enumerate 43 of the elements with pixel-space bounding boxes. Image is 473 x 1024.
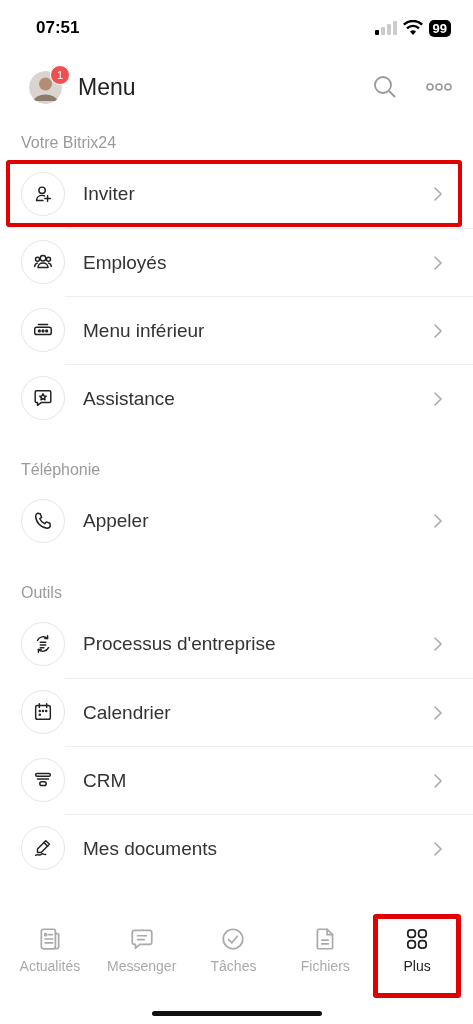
- more-icon: [426, 83, 452, 91]
- tab[interactable]: Plus: [371, 912, 463, 1000]
- page-title: Menu: [78, 73, 137, 101]
- menu-item-label: Appeler: [83, 509, 150, 533]
- chat-bubble-icon: [128, 926, 155, 952]
- menu-item[interactable]: Calendrier: [0, 678, 473, 746]
- menu-item-label: Assistance: [83, 386, 176, 411]
- battery-level: 99: [428, 19, 451, 37]
- chevron-icon: [433, 636, 443, 652]
- chevron-icon: [433, 186, 443, 202]
- menu-item[interactable]: Processus d'entreprise: [0, 610, 473, 678]
- menu-item[interactable]: Menu inférieur: [0, 296, 473, 364]
- notification-badge: 1: [50, 64, 70, 85]
- section-title: Outils: [20, 583, 63, 603]
- menu-item-label: Processus d'entreprise: [83, 632, 277, 656]
- chevron-icon: [433, 322, 443, 339]
- section-title: Téléphonie: [20, 460, 102, 480]
- chevron-icon: [433, 772, 443, 789]
- signal-icon: [374, 21, 397, 35]
- menu-item-label: Employés: [83, 250, 168, 275]
- calendar-icon: [32, 701, 54, 723]
- menu-item[interactable]: Employés: [0, 228, 473, 296]
- chevron-icon: [433, 254, 443, 271]
- menu-item[interactable]: CRM: [0, 746, 473, 814]
- menu-item-label: Calendrier: [83, 700, 172, 725]
- phone-icon: [32, 510, 54, 532]
- menu-item-label: CRM: [83, 768, 128, 793]
- wifi-icon: [402, 20, 423, 36]
- chevron-icon: [433, 390, 443, 407]
- status-time: 07:51: [36, 18, 80, 38]
- chevron-icon: [433, 704, 443, 721]
- menu-item[interactable]: Appeler: [0, 487, 473, 555]
- chat-star-icon: [32, 387, 54, 409]
- menu-item-label: Menu inférieur: [83, 318, 206, 343]
- menu-item[interactable]: Assistance: [0, 364, 473, 432]
- chevron-icon: [433, 840, 443, 857]
- section-title: Votre Bitrix24: [20, 133, 118, 153]
- menu-item[interactable]: Mes documents: [0, 814, 473, 882]
- menu-item[interactable]: Inviter: [0, 160, 473, 228]
- chevron-icon: [433, 513, 443, 529]
- check-circle-icon: [220, 926, 247, 952]
- menu-item-label: Inviter: [83, 182, 136, 206]
- menu-item-label: Mes documents: [83, 836, 219, 861]
